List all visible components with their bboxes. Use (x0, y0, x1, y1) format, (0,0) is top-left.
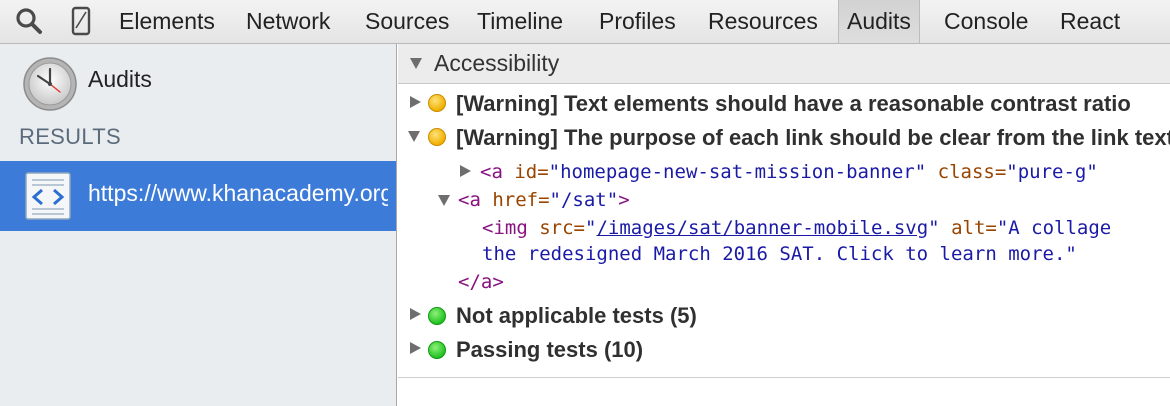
dom-node-line: the redesigned March 2016 SAT. Click to … (482, 243, 1077, 265)
sidebar-item-result[interactable]: https://www.khanacademy.org (0, 161, 396, 231)
tab-resources[interactable]: Resources (708, 0, 818, 43)
source-code-icon (25, 172, 71, 220)
passing-tests[interactable]: Passing tests (10) (456, 337, 643, 363)
expand-triangle-icon[interactable] (410, 308, 421, 320)
rule-contrast-warning[interactable]: [Warning] Text elements should have a re… (456, 91, 1131, 117)
collapse-triangle-icon[interactable] (408, 131, 420, 142)
result-url: https://www.khanacademy.org (88, 180, 388, 206)
tab-console[interactable]: Console (944, 0, 1028, 43)
devtools-toolbar: Elements Network Sources Timeline Profil… (0, 0, 1170, 44)
tab-profiles[interactable]: Profiles (599, 0, 676, 43)
collapse-node-triangle-icon[interactable] (438, 195, 450, 206)
divider (398, 377, 1170, 378)
accessibility-section-header[interactable]: Accessibility (398, 44, 1170, 84)
audit-results-panel: Accessibility [Warning] Text elements sh… (398, 44, 1170, 406)
results-heading: RESULTS (19, 124, 121, 149)
dom-node-line[interactable]: </a> (458, 271, 504, 293)
tab-elements[interactable]: Elements (119, 0, 215, 43)
search-icon[interactable] (14, 6, 44, 36)
resource-link[interactable]: /images/sat/banner-mobile.svg (596, 217, 928, 239)
warning-icon (428, 128, 446, 146)
not-applicable-tests[interactable]: Not applicable tests (5) (456, 303, 697, 329)
rule-link-purpose-warning[interactable]: [Warning] The purpose of each link shoul… (456, 125, 1170, 151)
stopwatch-icon (23, 57, 77, 111)
collapse-triangle-icon[interactable] (410, 58, 422, 69)
expand-triangle-icon[interactable] (410, 96, 421, 108)
dom-node-line[interactable]: <img src="/images/sat/banner-mobile.svg"… (482, 217, 1111, 239)
tab-sources[interactable]: Sources (365, 0, 449, 43)
tab-network[interactable]: Network (246, 0, 330, 43)
expand-triangle-icon[interactable] (410, 342, 421, 354)
expand-node-triangle-icon[interactable] (460, 165, 471, 177)
audits-sidebar: Audits RESULTS https://www.khanacademy.o… (0, 44, 397, 406)
dom-node-line[interactable]: <a href="/sat"> (458, 189, 630, 211)
pass-icon (428, 307, 446, 325)
pass-icon (428, 341, 446, 359)
warning-icon (428, 94, 446, 112)
dom-node-line[interactable]: <a id="homepage-new-sat-mission-banner" … (480, 161, 1098, 183)
tab-audits[interactable]: Audits (838, 0, 920, 43)
audits-sidebar-title[interactable]: Audits (88, 66, 152, 93)
tab-timeline[interactable]: Timeline (477, 0, 563, 43)
device-mode-icon[interactable] (70, 6, 92, 36)
section-title: Accessibility (434, 50, 560, 76)
tab-react[interactable]: React (1060, 0, 1120, 43)
